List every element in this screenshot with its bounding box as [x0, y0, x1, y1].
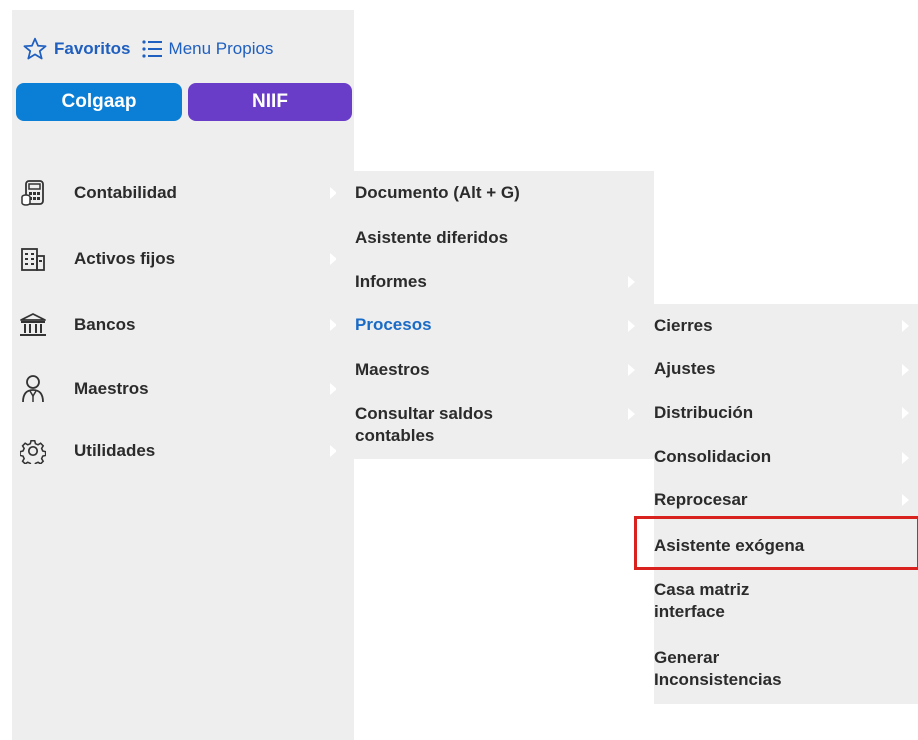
menu-item-label: Asistente exógena	[654, 536, 805, 555]
menu-item-reprocesar[interactable]: Reprocesar	[654, 489, 918, 511]
sidebar-item-maestros[interactable]: Maestros	[18, 366, 348, 412]
menu-item-documento[interactable]: Documento (Alt + G)	[355, 182, 645, 204]
bank-icon	[18, 310, 48, 340]
sidebar-item-activos-fijos[interactable]: Activos fijos	[18, 236, 348, 282]
user-icon	[18, 374, 48, 404]
menu-item-label: Distribución	[654, 403, 754, 422]
menu-item-informes[interactable]: Informes	[355, 271, 645, 293]
menu-item-ajustes[interactable]: Ajustes	[654, 358, 918, 380]
chevron-right-icon	[628, 364, 635, 376]
chevron-right-icon	[628, 320, 635, 332]
chevron-right-icon	[628, 276, 635, 288]
niif-label: NIIF	[252, 91, 288, 112]
menu-item-asistente-diferidos[interactable]: Asistente diferidos	[355, 227, 645, 249]
building-icon	[18, 244, 48, 274]
sidebar-item-label: Maestros	[74, 379, 149, 398]
sidebar-item-label: Activos fijos	[74, 249, 176, 268]
menu-item-label: Asistente diferidos	[355, 228, 509, 247]
favorites-bar: Favoritos Menu Propios	[22, 34, 273, 64]
menu-item-label: Documento (Alt + G)	[355, 183, 520, 202]
chevron-right-icon	[902, 494, 909, 506]
menu-propios-label: Menu Propios	[168, 39, 274, 58]
menu-item-label: Procesos	[355, 315, 432, 334]
chevron-right-icon	[628, 408, 635, 420]
menu-item-procesos[interactable]: Procesos	[355, 314, 645, 336]
chevron-right-icon	[902, 452, 909, 464]
menu-item-label-line2: interface	[654, 602, 725, 621]
colgaap-label: Colgaap	[61, 91, 137, 112]
favorites-button[interactable]: Favoritos	[22, 36, 131, 62]
menu-item-cierres[interactable]: Cierres	[654, 315, 918, 337]
favorites-label: Favoritos	[54, 39, 131, 58]
gear-icon	[18, 436, 48, 466]
sidebar-item-label: Utilidades	[74, 441, 156, 460]
menu-item-label-line1: Generar	[654, 648, 720, 667]
niif-button[interactable]: NIIF	[188, 83, 352, 121]
menu-item-label: Ajustes	[654, 359, 716, 378]
menu-item-label: Consolidacion	[654, 447, 772, 466]
menu-item-casa-matriz-interface[interactable]: Casa matriz interface	[654, 579, 918, 623]
sidebar-item-contabilidad[interactable]: Contabilidad	[18, 170, 348, 216]
menu-item-label: Maestros	[355, 360, 430, 379]
chevron-right-icon	[902, 320, 909, 332]
colgaap-button[interactable]: Colgaap	[16, 83, 182, 121]
star-icon	[23, 37, 47, 60]
menu-item-label-line2: contables	[355, 426, 435, 445]
menu-item-maestros[interactable]: Maestros	[355, 359, 645, 381]
list-icon	[141, 40, 162, 58]
menu-item-generar-inconsistencias[interactable]: Generar Inconsistencias	[654, 647, 918, 691]
sidebar-item-label: Bancos	[74, 315, 136, 334]
sidebar-item-label: Contabilidad	[74, 183, 177, 202]
menu-item-distribucion[interactable]: Distribución	[654, 402, 918, 424]
menu-item-label-line2: Inconsistencias	[654, 670, 782, 689]
chevron-right-icon	[902, 407, 909, 419]
chevron-right-icon	[902, 364, 909, 376]
menu-item-label-line1: Consultar saldos	[355, 404, 493, 423]
menu-item-consultar-saldos[interactable]: Consultar saldos contables	[355, 403, 645, 447]
menu-item-label: Informes	[355, 272, 427, 291]
menu-item-label: Reprocesar	[654, 490, 748, 509]
menu-item-consolidacion[interactable]: Consolidacion	[654, 446, 918, 468]
menu-item-label: Cierres	[654, 316, 713, 335]
menu-propios-button[interactable]: Menu Propios	[141, 38, 274, 60]
calculator-icon	[18, 178, 48, 208]
sidebar-item-bancos[interactable]: Bancos	[18, 302, 348, 348]
menu-item-label-line1: Casa matriz	[654, 580, 750, 599]
menu-item-asistente-exogena[interactable]: Asistente exógena	[654, 535, 918, 557]
sidebar-item-utilidades[interactable]: Utilidades	[18, 428, 348, 474]
